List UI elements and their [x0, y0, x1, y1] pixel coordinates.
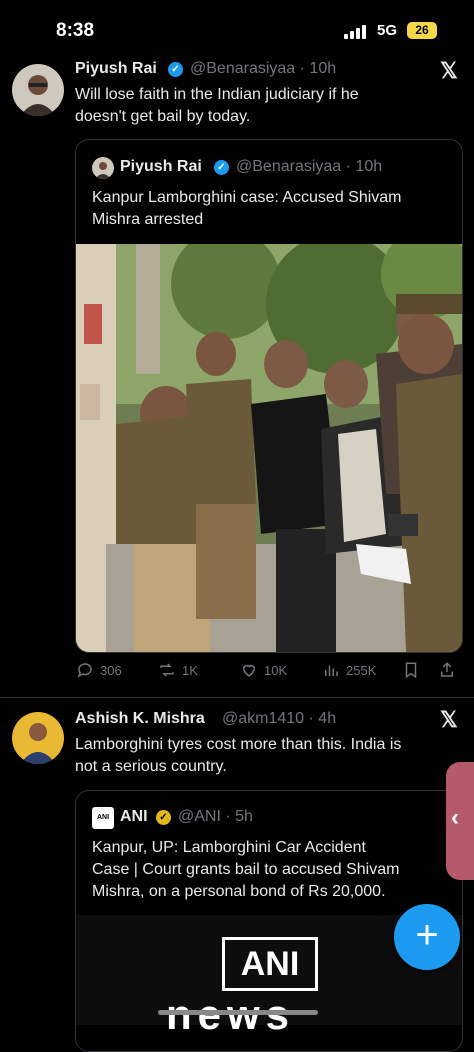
- bookmark-button[interactable]: [402, 661, 420, 679]
- repost-button[interactable]: 1K: [158, 661, 198, 679]
- home-indicator: [158, 1010, 318, 1015]
- quoted-text-line: Mishra arrested: [92, 211, 204, 228]
- media-news-text: news: [166, 991, 296, 1038]
- quoted-time: · 5h: [225, 808, 253, 825]
- tweet-text-line: Lamborghini tyres cost more than this. I…: [75, 736, 402, 753]
- verified-badge-icon: ✓: [168, 62, 183, 77]
- quoted-meta: @ANI · 5h: [178, 808, 253, 826]
- quoted-author-name: ANI: [120, 808, 148, 825]
- compose-button[interactable]: +: [394, 904, 460, 970]
- repost-count: 1K: [182, 662, 198, 678]
- ani-logo-icon: ANI: [96, 814, 110, 821]
- views-icon: [325, 665, 338, 676]
- quoted-text-line: Kanpur Lamborghini case: Accused Shivam: [92, 189, 402, 206]
- tweet-text: Will lose faith in the Indian judiciary …: [75, 84, 455, 128]
- like-button[interactable]: 10K: [240, 661, 287, 679]
- quoted-handle: @Benarasiyaa: [236, 158, 342, 175]
- quoted-text: Kanpur Lamborghini case: Accused Shivam …: [92, 187, 452, 231]
- like-count: 10K: [264, 662, 288, 678]
- reply-icon: [77, 663, 92, 678]
- compose-icon: +: [415, 913, 439, 957]
- news-photo[interactable]: [76, 229, 462, 652]
- tweet-text-line: Will lose faith in the Indian judiciary …: [75, 86, 359, 103]
- quoted-avatar: ANI: [92, 807, 114, 829]
- quoted-handle: @ANI: [178, 808, 221, 825]
- author-name[interactable]: Piyush Rai: [75, 60, 157, 78]
- repost-icon: [160, 663, 174, 677]
- ani-media-logo: ANI: [222, 937, 318, 991]
- tweet-actions: 306 1K 10K 255K: [74, 661, 464, 685]
- quoted-tweet[interactable]: Piyush Rai ✓ @Benarasiyaa · 10h Kanpur L…: [75, 139, 463, 653]
- tweet-time[interactable]: · 10h: [300, 60, 336, 77]
- share-button[interactable]: [438, 661, 456, 679]
- avatar[interactable]: [12, 712, 64, 764]
- verified-badge-icon: ✓: [214, 160, 229, 175]
- tweet-time[interactable]: · 4h: [309, 710, 337, 727]
- side-panel-handle[interactable]: ‹: [446, 762, 474, 880]
- chevron-left-icon: ‹: [451, 804, 459, 831]
- author-name[interactable]: Ashish K. Mishra: [75, 710, 205, 728]
- tweet-text: Lamborghini tyres cost more than this. I…: [75, 734, 455, 778]
- tweet-text-line: doesn't get bail by today.: [75, 108, 251, 125]
- verified-gold-badge-icon: ✓: [156, 810, 171, 825]
- views-button[interactable]: 255K: [322, 661, 376, 679]
- tweet[interactable]: Piyush Rai ✓ @Benarasiyaa · 10h 𝕏 Will l…: [0, 0, 474, 697]
- quoted-text-line: Case | Court grants bail to accused Shiv…: [92, 861, 400, 878]
- quoted-avatar: [92, 157, 114, 179]
- share-icon: [441, 662, 453, 677]
- quoted-text-line: Kanpur, UP: Lamborghini Car Accident: [92, 839, 366, 856]
- quoted-meta: @Benarasiyaa · 10h: [236, 158, 382, 176]
- author-handle[interactable]: @Benarasiyaa: [190, 60, 295, 77]
- quoted-text: Kanpur, UP: Lamborghini Car Accident Cas…: [92, 837, 457, 903]
- like-icon: [242, 664, 256, 677]
- tweet[interactable]: Ashish K. Mishra @akm1410 · 4h 𝕏 Lamborg…: [0, 698, 474, 1052]
- tweet-meta: @akm1410 · 4h: [222, 710, 336, 728]
- quoted-text-line: Mishra, on a personal bond of Rs 20,000.: [92, 883, 386, 900]
- tweet-meta: @Benarasiyaa · 10h: [190, 60, 336, 78]
- quoted-time: · 10h: [345, 158, 383, 175]
- x-logo-icon[interactable]: 𝕏: [440, 707, 458, 733]
- x-logo-icon[interactable]: 𝕏: [440, 58, 458, 84]
- tweet-text-line: not a serious country.: [75, 758, 227, 775]
- quoted-author-name: Piyush Rai: [120, 158, 202, 175]
- views-count: 255K: [346, 662, 377, 678]
- bookmark-icon: [405, 662, 417, 679]
- reply-button[interactable]: 306: [76, 661, 122, 679]
- avatar[interactable]: [12, 64, 64, 116]
- author-handle[interactable]: @akm1410: [222, 710, 304, 727]
- reply-count: 306: [100, 662, 122, 678]
